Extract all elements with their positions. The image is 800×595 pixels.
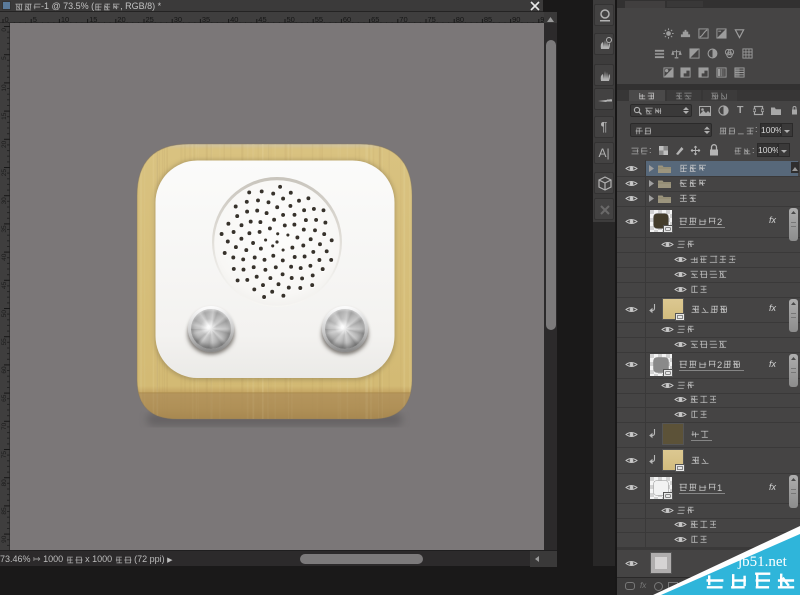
svg-text:1: 1 [717,483,722,492]
svg-text:85: 85 [1,507,8,515]
svg-text:0: 0 [1,28,8,32]
svg-text:80: 80 [1,479,8,487]
svg-text:2: 2 [717,217,722,226]
svg-text:50: 50 [1,310,8,318]
svg-text:35: 35 [1,225,8,233]
svg-text:20: 20 [1,140,8,148]
svg-text:45: 45 [1,281,8,289]
svg-text:25: 25 [1,169,8,177]
svg-text:90: 90 [1,535,8,543]
svg-text:70: 70 [1,422,8,430]
svg-text:65: 65 [1,394,8,402]
svg-text:5: 5 [1,56,8,60]
svg-text:55: 55 [1,338,8,346]
svg-text:2: 2 [717,360,722,369]
svg-text:30: 30 [1,197,8,205]
svg-text:15: 15 [1,112,8,120]
svg-text:10: 10 [1,84,8,92]
svg-text:75: 75 [1,451,8,459]
svg-text:40: 40 [1,253,8,261]
svg-text:60: 60 [1,366,8,374]
